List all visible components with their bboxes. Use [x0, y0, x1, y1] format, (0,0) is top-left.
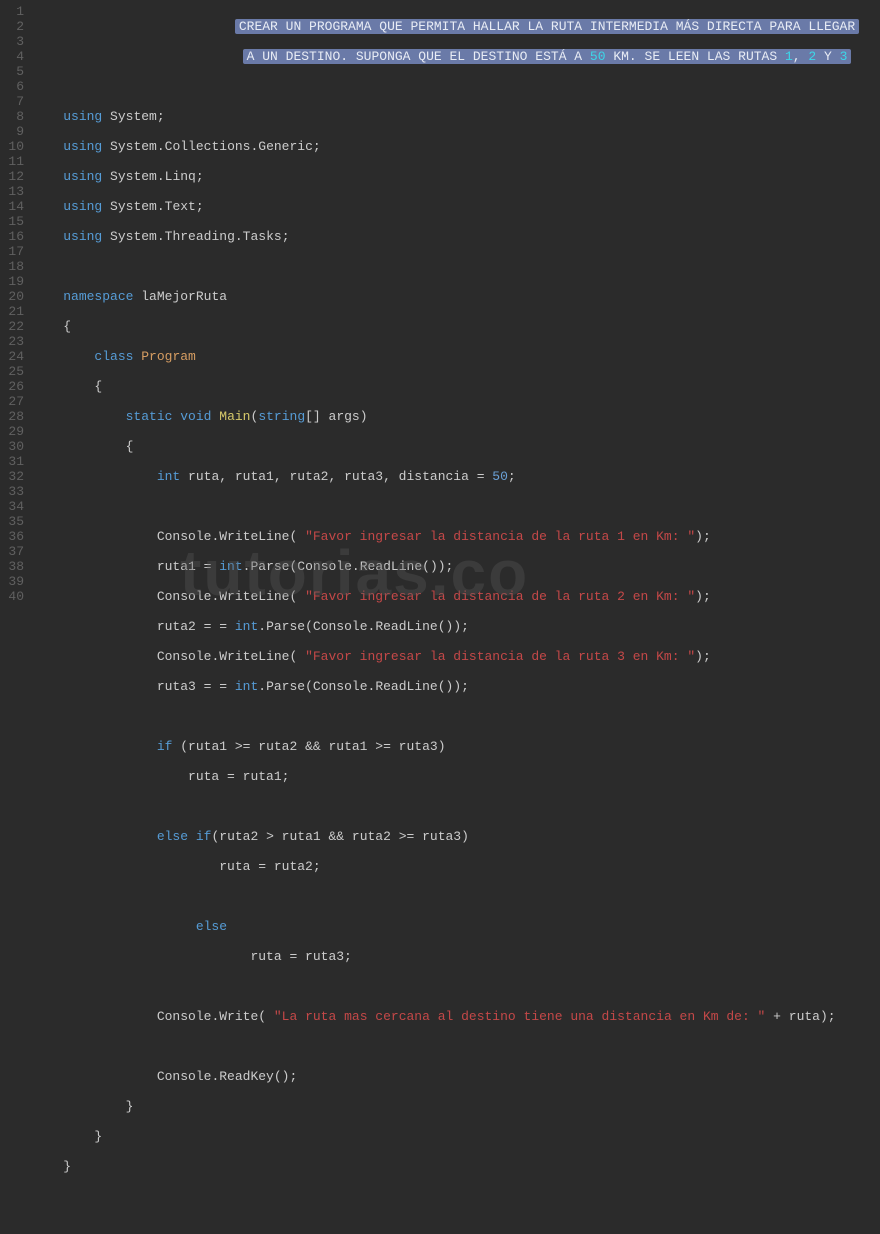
line-number: 2 — [4, 19, 24, 34]
line-number: 14 — [4, 199, 24, 214]
line-number: 40 — [4, 589, 24, 604]
line-1: CREAR UN PROGRAMA QUE PERMITA HALLAR LA … — [32, 19, 880, 34]
line-28: else if(ruta2 > ruta1 && ruta2 >= ruta3) — [32, 829, 880, 844]
line-15: { — [32, 439, 880, 454]
line-number: 16 — [4, 229, 24, 244]
line-16: int ruta, ruta1, ruta2, ruta3, distancia… — [32, 469, 880, 484]
comment-header-2: A UN DESTINO. SUPONGA QUE EL DESTINO EST… — [243, 49, 852, 64]
line-number: 33 — [4, 484, 24, 499]
line-6: using System.Linq; — [32, 169, 880, 184]
line-number: 34 — [4, 499, 24, 514]
line-37: } — [32, 1099, 880, 1114]
line-4: using System; — [32, 109, 880, 124]
line-number-gutter: 1234567891011121314151617181920212223242… — [0, 0, 32, 620]
line-number: 10 — [4, 139, 24, 154]
line-33 — [32, 979, 880, 994]
line-number: 18 — [4, 259, 24, 274]
line-number: 15 — [4, 214, 24, 229]
line-7: using System.Text; — [32, 199, 880, 214]
line-number: 17 — [4, 244, 24, 259]
line-12: class Program — [32, 349, 880, 364]
line-11: { — [32, 319, 880, 334]
line-number: 22 — [4, 319, 24, 334]
line-number: 1 — [4, 4, 24, 19]
line-34: Console.Write( "La ruta mas cercana al d… — [32, 1009, 880, 1024]
line-number: 20 — [4, 289, 24, 304]
line-3 — [32, 79, 880, 94]
line-8: using System.Threading.Tasks; — [32, 229, 880, 244]
line-17 — [32, 499, 880, 514]
line-26: ruta = ruta1; — [32, 769, 880, 784]
line-number: 13 — [4, 184, 24, 199]
line-number: 12 — [4, 169, 24, 184]
line-23: ruta3 = = int.Parse(Console.ReadLine()); — [32, 679, 880, 694]
line-25: if (ruta1 >= ruta2 && ruta1 >= ruta3) — [32, 739, 880, 754]
line-number: 21 — [4, 304, 24, 319]
line-number: 32 — [4, 469, 24, 484]
line-number: 30 — [4, 439, 24, 454]
line-number: 39 — [4, 574, 24, 589]
line-number: 9 — [4, 124, 24, 139]
line-32: ruta = ruta3; — [32, 949, 880, 964]
line-number: 35 — [4, 514, 24, 529]
line-number: 26 — [4, 379, 24, 394]
line-40 — [32, 1189, 880, 1204]
line-number: 38 — [4, 559, 24, 574]
line-number: 19 — [4, 274, 24, 289]
line-19: ruta1 = int.Parse(Console.ReadLine()); — [32, 559, 880, 574]
line-36: Console.ReadKey(); — [32, 1069, 880, 1084]
line-number: 11 — [4, 154, 24, 169]
line-number: 3 — [4, 34, 24, 49]
line-35 — [32, 1039, 880, 1054]
line-27 — [32, 799, 880, 814]
line-number: 28 — [4, 409, 24, 424]
line-number: 31 — [4, 454, 24, 469]
line-24 — [32, 709, 880, 724]
line-number: 29 — [4, 424, 24, 439]
line-9 — [32, 259, 880, 274]
line-10: namespace laMejorRuta — [32, 289, 880, 304]
line-18: Console.WriteLine( "Favor ingresar la di… — [32, 529, 880, 544]
line-22: Console.WriteLine( "Favor ingresar la di… — [32, 649, 880, 664]
line-number: 8 — [4, 109, 24, 124]
line-number: 23 — [4, 334, 24, 349]
line-20: Console.WriteLine( "Favor ingresar la di… — [32, 589, 880, 604]
line-2: A UN DESTINO. SUPONGA QUE EL DESTINO EST… — [32, 49, 880, 64]
line-number: 7 — [4, 94, 24, 109]
line-14: static void Main(string[] args) — [32, 409, 880, 424]
line-21: ruta2 = = int.Parse(Console.ReadLine()); — [32, 619, 880, 634]
line-30 — [32, 889, 880, 904]
code-editor[interactable]: 1234567891011121314151617181920212223242… — [0, 0, 880, 620]
comment-header-1: CREAR UN PROGRAMA QUE PERMITA HALLAR LA … — [235, 19, 859, 34]
line-number: 4 — [4, 49, 24, 64]
line-5: using System.Collections.Generic; — [32, 139, 880, 154]
line-number: 25 — [4, 364, 24, 379]
line-number: 27 — [4, 394, 24, 409]
line-number: 37 — [4, 544, 24, 559]
code-area[interactable]: CREAR UN PROGRAMA QUE PERMITA HALLAR LA … — [32, 0, 880, 620]
line-38: } — [32, 1129, 880, 1144]
line-29: ruta = ruta2; — [32, 859, 880, 874]
line-number: 36 — [4, 529, 24, 544]
line-number: 5 — [4, 64, 24, 79]
line-number: 6 — [4, 79, 24, 94]
line-13: { — [32, 379, 880, 394]
line-31: else — [32, 919, 880, 934]
line-number: 24 — [4, 349, 24, 364]
line-39: } — [32, 1159, 880, 1174]
